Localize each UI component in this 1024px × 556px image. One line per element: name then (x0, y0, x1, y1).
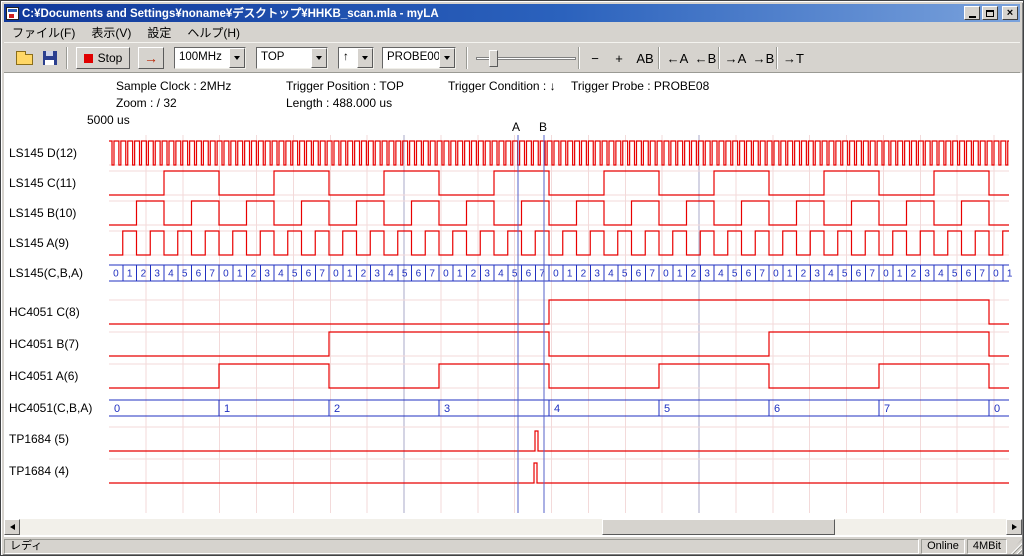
waveform-area[interactable] (4, 73, 1022, 537)
stop-label: Stop (98, 51, 123, 65)
save-button[interactable] (38, 47, 62, 69)
chevron-down-icon[interactable] (229, 48, 245, 68)
scroll-left-button[interactable] (4, 519, 20, 535)
minimize-icon (969, 16, 976, 18)
stop-button[interactable]: Stop (76, 47, 130, 69)
chevron-down-glyph (362, 56, 368, 60)
zoom-out-button[interactable]: − (584, 47, 606, 69)
trigger-position-info: Trigger Position : TOP (286, 79, 404, 93)
cursor-b-label[interactable]: B (539, 120, 547, 134)
horizontal-scrollbar[interactable] (4, 519, 1022, 535)
status-ready: レディ (4, 539, 919, 554)
stop-icon (84, 54, 93, 63)
arrow-left-icon (10, 524, 15, 530)
signal-label-hc4051-bus: HC4051(C,B,A) (9, 400, 92, 416)
signal-label-ls145-bus: LS145(C,B,A) (9, 265, 83, 281)
app-icon (6, 7, 19, 20)
menu-bar: ファイル(F) 表示(V) 設定 ヘルプ(H) (4, 23, 1020, 42)
chevron-down-icon[interactable] (357, 48, 373, 68)
signal-label-tp1684-4: TP1684 (4) (9, 463, 69, 479)
menu-settings[interactable]: 設定 (139, 22, 179, 43)
move-right-to-a-button[interactable]: →A (722, 47, 749, 69)
toolbar: Stop → 100MHz TOP ↑ PROBE00 − + AB (4, 42, 1020, 73)
slider-thumb[interactable] (489, 50, 498, 67)
sample-clock-info: Sample Clock : 2MHz (116, 79, 231, 93)
trigger-probe-select[interactable]: PROBE00 (382, 47, 456, 69)
menu-view[interactable]: 表示(V) (83, 22, 139, 43)
minimize-button[interactable] (964, 6, 980, 20)
trigger-condition-info: Trigger Condition : ↓ (448, 79, 556, 93)
chevron-down-glyph (234, 56, 240, 60)
maximize-button[interactable] (982, 6, 998, 20)
trigger-edge-select[interactable]: ↑ (338, 47, 374, 69)
move-right-to-b-button[interactable]: →B (750, 47, 777, 69)
cursor-ab-button[interactable]: AB (632, 47, 658, 69)
status-memory: 4MBit (967, 539, 1007, 554)
trigger-position-select[interactable]: TOP (256, 47, 328, 69)
window-controls: × (964, 6, 1018, 20)
status-online: Online (921, 539, 965, 554)
chevron-down-glyph (316, 56, 322, 60)
zoom-slider[interactable] (476, 47, 576, 69)
status-bar: レディ Online 4MBit (4, 537, 1022, 554)
chevron-down-glyph (444, 56, 450, 60)
maximize-icon (986, 10, 994, 17)
trigger-probe-info: Trigger Probe : PROBE08 (571, 79, 709, 93)
toolbar-separator (718, 47, 720, 69)
run-button[interactable]: → (138, 47, 164, 69)
toolbar-separator (466, 47, 468, 69)
menu-file[interactable]: ファイル(F) (4, 22, 83, 43)
scrollbar-thumb[interactable] (602, 519, 835, 535)
scroll-right-button[interactable] (1006, 519, 1022, 535)
arrow-right-icon (1012, 524, 1017, 530)
toolbar-separator (578, 47, 580, 69)
signal-label-ls145-b: LS145 B(10) (9, 205, 76, 221)
app-window: C:¥Documents and Settings¥noname¥デスクトップ¥… (0, 0, 1024, 556)
trigger-probe-value: PROBE00 (383, 48, 439, 68)
trigger-edge-value: ↑ (339, 48, 357, 68)
window-title: C:¥Documents and Settings¥noname¥デスクトップ¥… (22, 5, 961, 21)
move-left-to-a-button[interactable]: ←A (664, 47, 691, 69)
sample-clock-value: 100MHz (175, 48, 229, 68)
sample-clock-select[interactable]: 100MHz (174, 47, 246, 69)
signal-label-ls145-a: LS145 A(9) (9, 235, 69, 251)
close-button[interactable]: × (1002, 6, 1018, 20)
toolbar-separator (658, 47, 660, 69)
signal-label-hc4051-a: HC4051 A(6) (9, 368, 78, 384)
chevron-down-icon[interactable] (311, 48, 327, 68)
resize-grip[interactable] (1009, 539, 1022, 554)
cursor-a-label[interactable]: A (512, 120, 520, 134)
open-folder-icon (16, 54, 33, 65)
time-division-label: 5000 us (87, 113, 130, 127)
chevron-down-icon[interactable] (439, 48, 455, 68)
signal-label-ls145-c: LS145 C(11) (9, 175, 76, 191)
goto-trigger-button[interactable]: →T (780, 47, 807, 69)
length-info: Length : 488.000 us (286, 96, 392, 110)
zoom-in-button[interactable]: + (608, 47, 630, 69)
menu-help[interactable]: ヘルプ(H) (179, 22, 248, 43)
title-bar[interactable]: C:¥Documents and Settings¥noname¥デスクトップ¥… (4, 4, 1020, 22)
save-icon (43, 51, 57, 65)
signal-label-hc4051-c: HC4051 C(8) (9, 304, 80, 320)
trigger-position-value: TOP (257, 48, 311, 68)
signal-label-tp1684-5: TP1684 (5) (9, 431, 69, 447)
move-left-to-b-button[interactable]: ←B (692, 47, 719, 69)
run-arrow-icon: → (144, 50, 158, 66)
open-file-button[interactable] (12, 47, 36, 69)
toolbar-separator (776, 47, 778, 69)
signal-label-ls145-d: LS145 D(12) (9, 145, 77, 161)
zoom-info: Zoom : / 32 (116, 96, 177, 110)
toolbar-separator (66, 47, 68, 69)
signal-label-hc4051-b: HC4051 B(7) (9, 336, 79, 352)
